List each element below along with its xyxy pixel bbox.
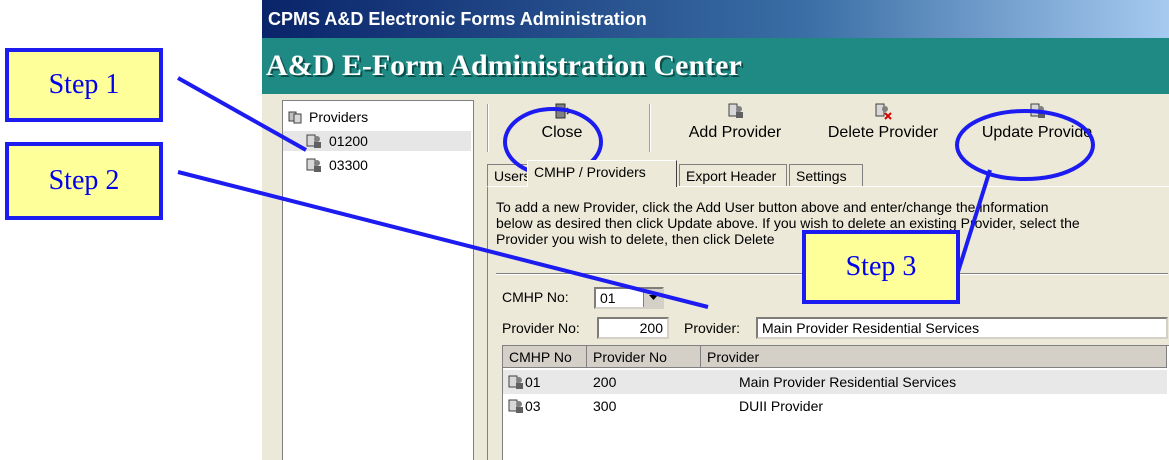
provider-icon: [508, 375, 523, 389]
close-door-icon: [555, 103, 571, 119]
provider-label: Provider:: [684, 320, 741, 336]
providers-grid: CMHP No Provider No Provider 01 200 Main…: [502, 345, 1169, 460]
step2-callout: Step 2: [5, 142, 163, 220]
page-banner: A&D E-Form Administration Center: [262, 38, 1169, 94]
instructions-line: below as desired then click Update above…: [496, 215, 1080, 231]
tree-root-providers[interactable]: Providers: [287, 107, 368, 127]
tree-item-03300[interactable]: 03300: [305, 155, 368, 175]
instructions-line: To add a new Provider, click the Add Use…: [496, 199, 1049, 215]
provider-name-field[interactable]: Main Provider Residential Services: [756, 317, 1168, 339]
column-header-provider[interactable]: Provider: [701, 346, 1167, 368]
table-row[interactable]: 01 200 Main Provider Residential Service…: [503, 370, 1167, 394]
grid-cell-cmhp: 01: [507, 370, 541, 394]
tree-item-label: 01200: [329, 133, 368, 149]
close-button[interactable]: Close: [529, 98, 595, 156]
tree-item-label: 03300: [329, 157, 368, 173]
grid-cell-provider-no: 300: [593, 398, 617, 414]
update-provider-label: Update Provide: [981, 124, 1093, 141]
update-provider-icon: [1030, 103, 1045, 118]
tab-settings[interactable]: Settings: [789, 164, 863, 186]
tree-root-label: Providers: [309, 109, 369, 125]
grid-cell-provider: DUII Provider: [739, 398, 824, 414]
grid-cell-provider: Main Provider Residential Services: [739, 374, 957, 390]
delete-provider-label: Delete Provider: [827, 124, 939, 141]
close-label: Close: [541, 124, 583, 141]
provider-tree[interactable]: Providers 01200 03300: [282, 100, 474, 460]
chevron-down-icon[interactable]: [643, 289, 662, 307]
provider-icon: [306, 158, 321, 172]
delete-provider-icon: [875, 103, 892, 120]
provider-icon: [306, 134, 321, 148]
tab-export-header[interactable]: Export Header: [679, 164, 787, 186]
step1-callout: Step 1: [5, 48, 163, 122]
add-provider-icon: [728, 103, 743, 118]
table-row[interactable]: 03 300 DUII Provider: [503, 394, 1167, 418]
provider-no-label: Provider No:: [502, 320, 580, 336]
toolbar: Close Add Provider Delete Provider Updat…: [487, 98, 1169, 158]
delete-provider-button[interactable]: Delete Provider: [813, 98, 953, 156]
provider-no-field[interactable]: 200: [597, 317, 669, 339]
providers-panel: To add a new Provider, click the Add Use…: [487, 186, 1169, 460]
grid-cell-cmhp: 03: [507, 394, 541, 418]
cmhp-value: 01: [525, 374, 541, 390]
column-header-provider-no[interactable]: Provider No: [587, 346, 701, 368]
add-provider-button[interactable]: Add Provider: [670, 98, 800, 156]
window-title: CPMS A&D Electronic Forms Administration: [262, 0, 1169, 38]
toolbar-separator: [649, 104, 651, 152]
tree-item-01200[interactable]: 01200: [283, 131, 471, 151]
update-provider-button[interactable]: Update Provide: [967, 98, 1107, 156]
grid-cell-provider-no: 200: [593, 374, 617, 390]
provider-icon: [508, 399, 523, 413]
step3-callout: Step 3: [802, 230, 960, 304]
tab-cmhp-providers[interactable]: CMHP / Providers: [527, 160, 677, 187]
cmhp-value: 03: [525, 398, 541, 414]
cmhp-no-select[interactable]: 01: [594, 287, 664, 309]
toolbar-separator: [487, 104, 489, 152]
tab-users[interactable]: Users: [487, 164, 531, 186]
providers-icon: [288, 111, 302, 124]
cmhp-no-label: CMHP No:: [502, 289, 569, 305]
column-header-cmhp-no[interactable]: CMHP No: [503, 346, 587, 368]
admin-window: CPMS A&D Electronic Forms Administration…: [262, 0, 1169, 460]
add-provider-label: Add Provider: [688, 124, 782, 141]
cmhp-no-value: 01: [600, 290, 616, 306]
